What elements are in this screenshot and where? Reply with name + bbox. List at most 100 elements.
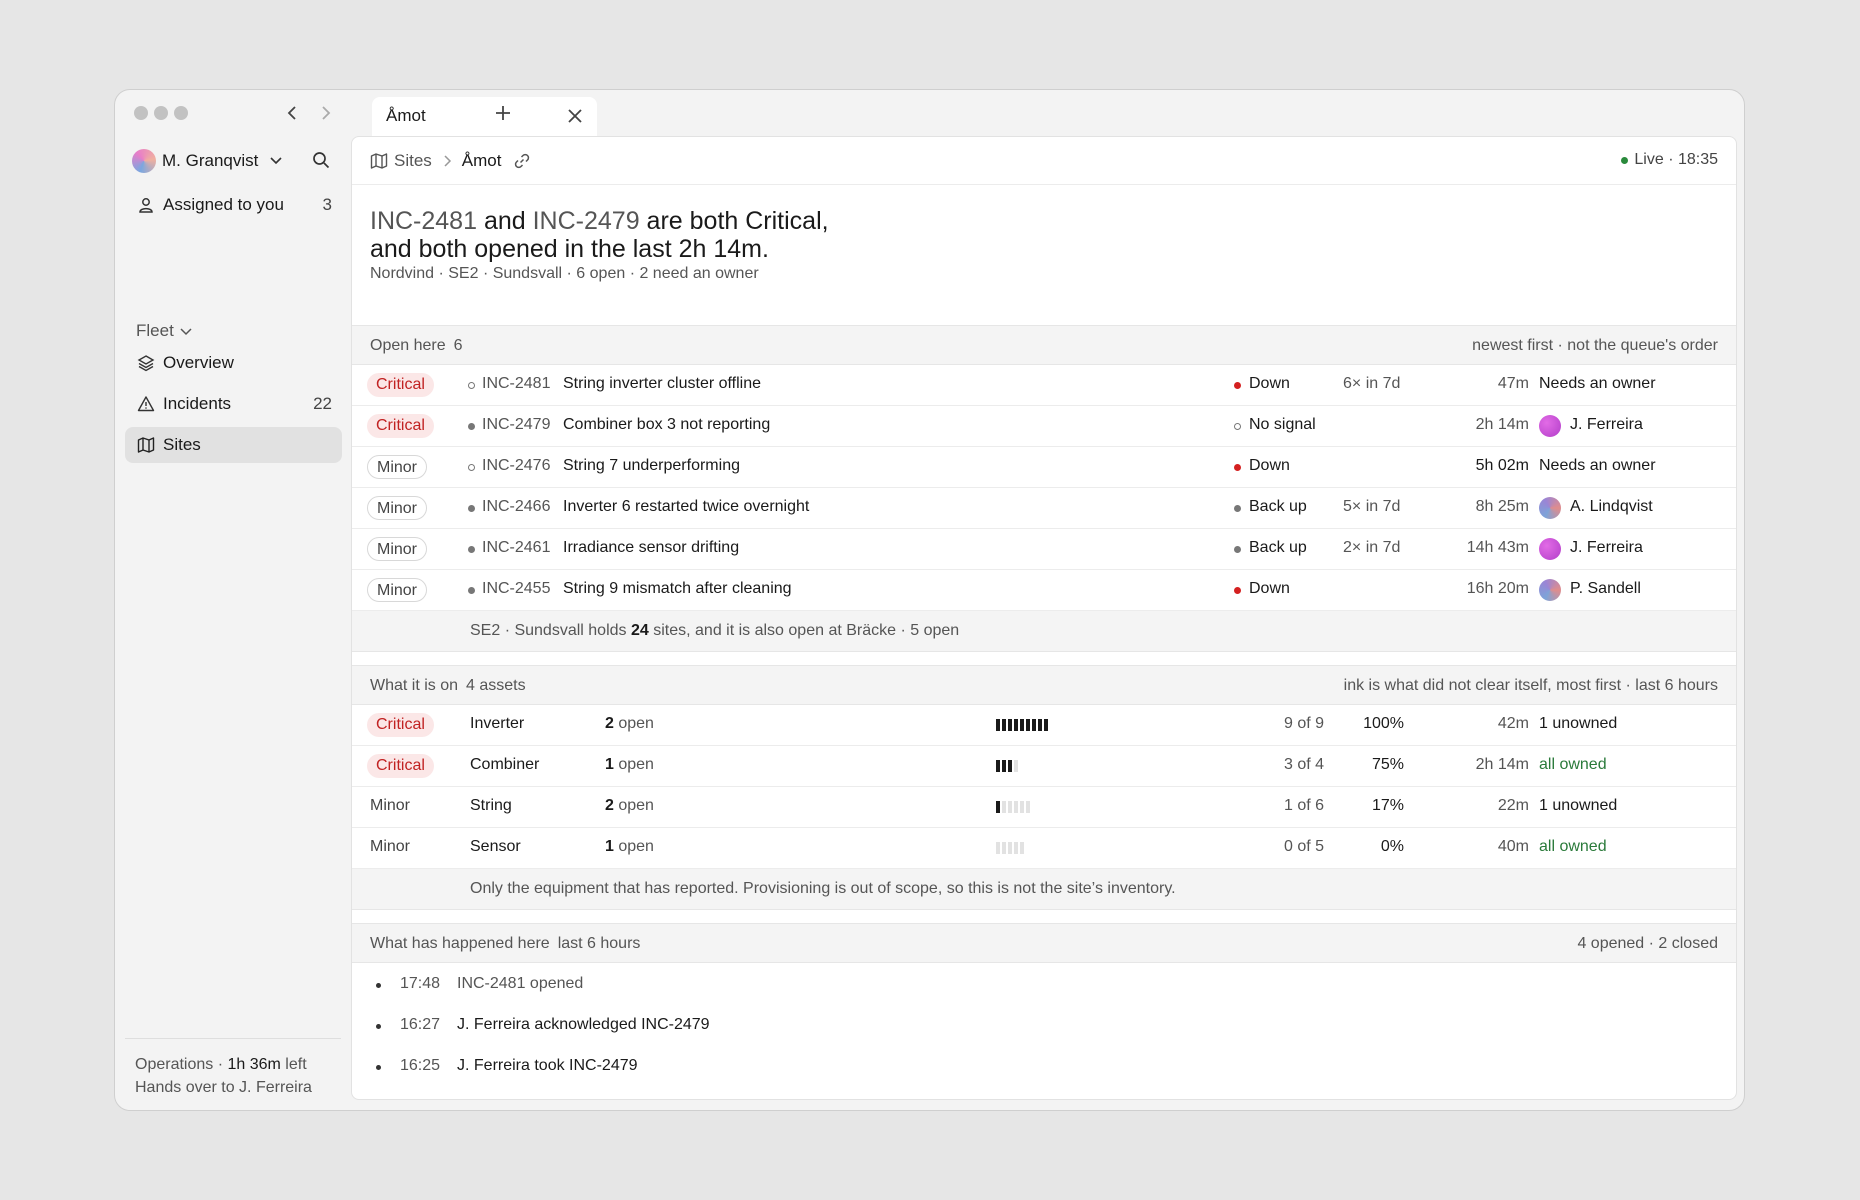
window-close-dot[interactable] <box>134 106 148 120</box>
sidebar-item-incidents[interactable]: Incidents 22 <box>125 386 342 422</box>
sidebar-item-sites[interactable]: Sites <box>125 427 342 463</box>
incident-link[interactable]: INC-2481 <box>370 207 477 235</box>
incident-state-dot <box>468 546 475 553</box>
ink-segment <box>1008 842 1012 854</box>
ink-fraction: 1 of 6 <box>1283 797 1324 814</box>
incident-id[interactable]: INC-2455 <box>482 580 550 598</box>
incident-row[interactable]: Critical INC-2479 Combiner box 3 not repor… <box>352 406 1736 447</box>
site-count: 24 <box>630 622 649 639</box>
incident-id[interactable]: INC-2466 <box>482 498 550 516</box>
breadcrumb-sites[interactable]: Sites <box>394 151 432 171</box>
incident-id[interactable]: INC-2476 <box>482 457 550 475</box>
asset-age: 40m <box>1497 838 1529 855</box>
incident-link[interactable]: INC-2479 <box>533 207 640 235</box>
window-zoom-dot[interactable] <box>174 106 188 120</box>
user-switcher[interactable]: M. Granqvist <box>132 148 284 174</box>
handover-note: Hands over to J. Ferreira <box>135 1079 312 1096</box>
incident-row[interactable]: Critical INC-2481 String inverter cluster … <box>352 365 1736 406</box>
page-subtitle: Nordvind · SE2 · Sundsvall · 6 open · 2 … <box>370 265 759 282</box>
incident-title[interactable]: String 7 underperforming <box>563 457 740 475</box>
incident-title[interactable]: Inverter 6 restarted twice overnight <box>563 498 809 516</box>
ink-bar <box>996 801 1030 813</box>
ownership: 1 unowned <box>1539 715 1618 732</box>
sidebar: M. Granqvist Assigned to you 3 Fleet Ove… <box>115 136 349 1110</box>
history-summary: 4 opened · 2 closed <box>1577 935 1718 952</box>
open-label: open <box>613 756 654 773</box>
incident-id[interactable]: INC-2461 <box>482 539 550 557</box>
owner-name[interactable]: J. Ferreira <box>1570 539 1643 557</box>
sidebar-item-label: Overview <box>163 353 234 372</box>
incident-id[interactable]: INC-2479 <box>482 416 550 434</box>
window-minimize-dot[interactable] <box>154 106 168 120</box>
incident-id[interactable]: INC-2481 <box>482 375 550 393</box>
severity-label: Minor <box>370 838 411 855</box>
sidebar-group-fleet[interactable]: Fleet <box>136 321 194 341</box>
person-icon <box>139 198 153 213</box>
asset-row[interactable]: Minor String 2 open 1 of 6 17% 22m 1 unowned <box>352 787 1736 828</box>
asset-type[interactable]: Sensor <box>470 838 521 856</box>
sidebar-item-label: Incidents <box>163 394 232 413</box>
ink-segment <box>1002 801 1006 813</box>
new-tab-icon[interactable] <box>493 103 513 123</box>
sort-note: newest first · not the queue's order <box>1472 337 1718 354</box>
bullet <box>376 983 381 988</box>
ink-segment <box>1014 842 1018 854</box>
incident-state-dot <box>468 587 475 594</box>
owner-name[interactable]: A. Lindqvist <box>1570 498 1653 516</box>
back-arrow-icon[interactable] <box>282 102 304 124</box>
open-count: 2 <box>605 797 614 814</box>
incident-status: Back up <box>1249 539 1307 556</box>
asset-row[interactable]: Critical Inverter 2 open 9 of 9 100% 42m 1 uno… <box>352 705 1736 746</box>
incident-state-dot <box>468 382 475 389</box>
incident-row[interactable]: Minor INC-2455 String 9 mismatch after cle… <box>352 570 1736 611</box>
breadcrumb-current: Åmot <box>461 151 502 170</box>
ink-segment <box>996 842 1000 854</box>
ink-segment <box>1020 719 1024 731</box>
headline-text: and <box>477 207 533 235</box>
shift-suffix: left <box>280 1056 307 1073</box>
event-time: 16:25 <box>400 1057 441 1074</box>
asset-type[interactable]: Combiner <box>470 756 539 774</box>
sidebar-item-count: 3 <box>322 195 332 214</box>
incident-row[interactable]: Minor INC-2466 Inverter 6 restarted twice … <box>352 488 1736 529</box>
sidebar-item-label: Sites <box>163 435 201 454</box>
incident-age: 5h 02m <box>1475 457 1529 474</box>
incident-title[interactable]: String inverter cluster offline <box>563 375 761 393</box>
tab-close-icon[interactable] <box>565 106 585 126</box>
asset-type[interactable]: String <box>470 797 512 815</box>
sidebar-item-overview[interactable]: Overview <box>125 345 342 381</box>
incident-title[interactable]: Combiner box 3 not reporting <box>563 416 770 434</box>
ink-segment <box>1020 842 1024 854</box>
top-bar: Sites Åmot Live · 18:35 <box>352 137 1736 185</box>
incident-title[interactable]: Irradiance sensor drifting <box>563 539 739 557</box>
incident-title[interactable]: String 9 mismatch after cleaning <box>563 580 792 598</box>
search-icon[interactable] <box>311 150 331 170</box>
incident-status: No signal <box>1249 416 1316 433</box>
sidebar-item-assigned[interactable]: Assigned to you 3 <box>125 187 342 223</box>
section-count: 6 <box>453 337 463 354</box>
ink-segment <box>1044 719 1048 731</box>
incident-status: Back up <box>1249 498 1307 515</box>
tab-amot[interactable]: Åmot <box>372 97 597 136</box>
asset-row[interactable]: Critical Combiner 1 open 3 of 4 75% 2h 14m all… <box>352 746 1736 787</box>
owner-needed[interactable]: Needs an owner <box>1539 457 1656 475</box>
page-title: INC-2481 and INC-2479 are both Critical,… <box>370 207 829 263</box>
section-title: What it is on <box>370 677 459 694</box>
link-icon[interactable] <box>513 152 531 170</box>
app-window: Åmot M. Granqvist Assigned to you 3 Flee… <box>114 89 1745 1111</box>
asset-open: 2 open <box>605 797 654 815</box>
incident-row[interactable]: Minor INC-2476 String 7 underperforming Dow… <box>352 447 1736 488</box>
incident-row[interactable]: Minor INC-2461 Irradiance sensor drifting B… <box>352 529 1736 570</box>
asset-age: 42m <box>1497 715 1529 732</box>
owner-name[interactable]: P. Sandell <box>1570 580 1641 598</box>
severity-badge: Minor <box>367 455 428 479</box>
forward-arrow-icon[interactable] <box>314 102 336 124</box>
owner-name[interactable]: J. Ferreira <box>1570 416 1643 434</box>
incident-state-dot <box>468 464 475 471</box>
owner-needed[interactable]: Needs an owner <box>1539 375 1656 393</box>
asset-type[interactable]: Inverter <box>470 715 524 733</box>
asset-open: 1 open <box>605 756 654 774</box>
ink-segment <box>1026 801 1030 813</box>
asset-row[interactable]: Minor Sensor 1 open 0 of 5 0% 40m all owned <box>352 828 1736 869</box>
status-dot <box>1234 587 1241 594</box>
